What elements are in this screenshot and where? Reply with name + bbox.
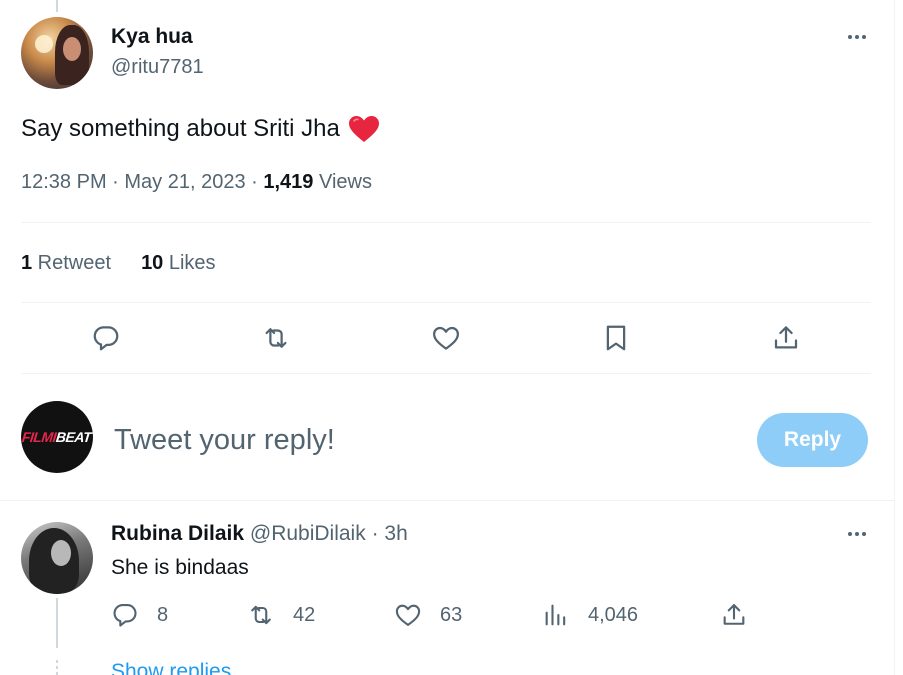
views-label: Views xyxy=(313,171,372,193)
share-icon xyxy=(774,326,798,349)
reply-author-handle[interactable]: @RubiDilaik xyxy=(250,522,366,545)
reply-views-button[interactable]: 4,046 xyxy=(542,601,638,629)
author-handle[interactable]: @ritu7781 xyxy=(111,56,204,79)
like-icon xyxy=(395,604,421,626)
retweets-label: Retweet xyxy=(32,252,112,274)
reply-icon xyxy=(93,326,119,351)
more-options-icon[interactable] xyxy=(843,524,871,544)
tweet-text: Say something about Sriti Jha xyxy=(21,115,380,143)
retweets-count: 1 xyxy=(21,252,33,274)
retweets-stat[interactable]: 1 Retweet xyxy=(21,252,111,275)
author-display-name[interactable]: Kya hua xyxy=(111,25,193,49)
reply-views-count: 4,046 xyxy=(588,603,639,626)
reply-replies-count: 8 xyxy=(157,603,169,626)
reply-timestamp[interactable]: · 3h xyxy=(366,522,408,545)
engagement-stats: 1 Retweet 10 Likes xyxy=(21,252,216,275)
bookmark-button[interactable] xyxy=(600,322,632,354)
divider xyxy=(0,500,894,501)
divider xyxy=(21,222,871,223)
reply-author-avatar[interactable] xyxy=(21,522,93,594)
divider xyxy=(21,373,871,374)
like-button[interactable] xyxy=(430,322,462,354)
reply-author-name[interactable]: Rubina Dilaik xyxy=(111,522,244,545)
thread-dots xyxy=(56,660,58,675)
thread-line xyxy=(56,598,58,648)
thread-line-top xyxy=(56,0,58,12)
reply-reply-button[interactable]: 8 xyxy=(111,601,168,629)
current-user-avatar[interactable]: FILMIBEAT xyxy=(21,401,93,473)
views-count: 1,419 xyxy=(263,171,314,193)
like-icon xyxy=(433,326,459,350)
reply-share-button[interactable] xyxy=(720,601,748,629)
tweet-meta: 12:38 PM · May 21, 2023 · 1,419 Views xyxy=(21,171,372,194)
reply-text: She is bindaas xyxy=(111,556,249,579)
analytics-icon xyxy=(545,604,566,626)
tweet-timestamp[interactable]: 12:38 PM · May 21, 2023 · xyxy=(21,171,263,193)
reply-retweets-count: 42 xyxy=(293,603,316,626)
reply-retweet-button[interactable]: 42 xyxy=(247,601,315,629)
tweet-body: Say something about Sriti Jha xyxy=(21,115,340,142)
more-options-icon[interactable] xyxy=(843,27,871,47)
reply-icon xyxy=(113,604,137,627)
red-heart-emoji-icon xyxy=(348,116,379,142)
bookmark-icon xyxy=(606,325,626,351)
show-replies-link[interactable]: Show replies xyxy=(111,660,231,675)
reply-likes-count: 63 xyxy=(440,603,463,626)
column-border xyxy=(894,0,895,675)
likes-label: Likes xyxy=(163,252,216,274)
share-icon xyxy=(723,604,745,625)
author-avatar[interactable] xyxy=(21,17,93,89)
retweet-icon xyxy=(251,605,271,625)
reply-button[interactable] xyxy=(90,322,122,354)
divider xyxy=(21,302,871,303)
reply-input[interactable] xyxy=(114,420,714,460)
retweet-button[interactable] xyxy=(260,322,292,354)
filmibeat-logo: FILMIBEAT xyxy=(21,429,93,445)
reply-like-button[interactable]: 63 xyxy=(394,601,462,629)
retweet-icon xyxy=(265,328,287,348)
reply-header: Rubina Dilaik @RubiDilaik · 3h xyxy=(111,522,408,546)
share-button[interactable] xyxy=(770,322,802,354)
likes-stat[interactable]: 10 Likes xyxy=(141,252,216,275)
likes-count: 10 xyxy=(141,252,164,274)
reply-submit-button[interactable]: Reply xyxy=(757,413,868,467)
